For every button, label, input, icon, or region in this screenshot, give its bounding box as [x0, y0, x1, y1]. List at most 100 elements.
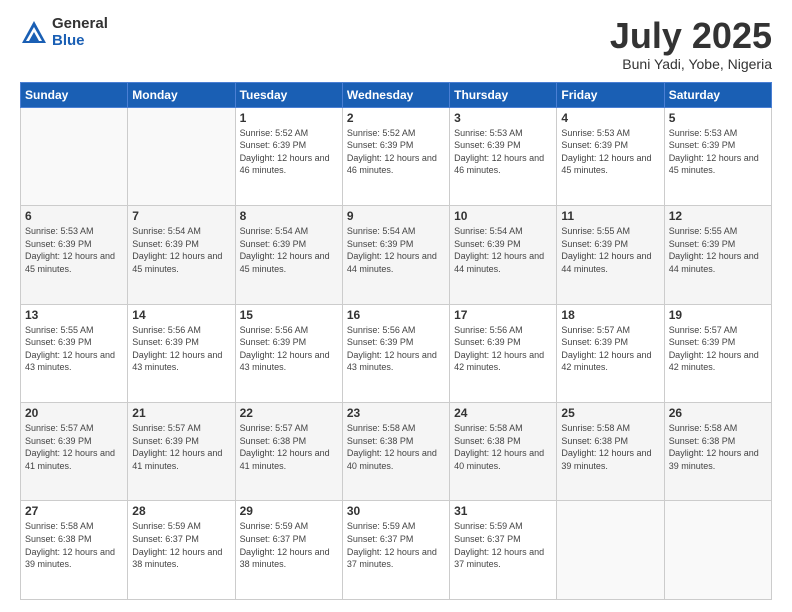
day-info: Sunrise: 5:57 AMSunset: 6:39 PMDaylight:… — [561, 324, 659, 374]
day-info: Sunrise: 5:54 AMSunset: 6:39 PMDaylight:… — [132, 225, 230, 275]
header-friday: Friday — [557, 82, 664, 107]
table-row: 19Sunrise: 5:57 AMSunset: 6:39 PMDayligh… — [664, 304, 771, 402]
day-info: Sunrise: 5:59 AMSunset: 6:37 PMDaylight:… — [454, 520, 552, 570]
calendar: Sunday Monday Tuesday Wednesday Thursday… — [20, 82, 772, 600]
day-number: 6 — [25, 209, 123, 223]
day-info: Sunrise: 5:53 AMSunset: 6:39 PMDaylight:… — [454, 127, 552, 177]
day-number: 22 — [240, 406, 338, 420]
table-row: 4 Sunrise: 5:53 AMSunset: 6:39 PMDaylight… — [557, 107, 664, 205]
logo-text: General Blue — [52, 16, 108, 49]
day-info: Sunrise: 5:53 AMSunset: 6:39 PMDaylight:… — [25, 225, 123, 275]
day-number: 27 — [25, 504, 123, 518]
table-row: 9Sunrise: 5:54 AMSunset: 6:39 PMDaylight… — [342, 206, 449, 304]
day-info: Sunrise: 5:58 AMSunset: 6:38 PMDaylight:… — [347, 422, 445, 472]
day-info: Sunrise: 5:58 AMSunset: 6:38 PMDaylight:… — [454, 422, 552, 472]
table-row: 23 Sunrise: 5:58 AMSunset: 6:38 PMDayligh… — [342, 403, 449, 501]
month-title: July 2025 — [610, 16, 772, 56]
day-number: 19 — [669, 308, 767, 322]
table-row: 8 Sunrise: 5:54 AMSunset: 6:39 PMDaylight… — [235, 206, 342, 304]
table-row: 2 Sunrise: 5:52 AMSunset: 6:39 PMDaylight… — [342, 107, 449, 205]
day-info: Sunrise: 5:56 AMSunset: 6:39 PMDaylight:… — [347, 324, 445, 374]
day-number: 23 — [347, 406, 445, 420]
day-info: Sunrise: 5:58 AMSunset: 6:38 PMDaylight:… — [561, 422, 659, 472]
header-wednesday: Wednesday — [342, 82, 449, 107]
day-info: Sunrise: 5:57 AMSunset: 6:39 PMDaylight:… — [25, 422, 123, 472]
day-number: 25 — [561, 406, 659, 420]
day-info: Sunrise: 5:55 AMSunset: 6:39 PMDaylight:… — [25, 324, 123, 374]
day-info: Sunrise: 5:57 AMSunset: 6:39 PMDaylight:… — [132, 422, 230, 472]
table-row: 7Sunrise: 5:54 AMSunset: 6:39 PMDaylight… — [128, 206, 235, 304]
day-number: 1 — [240, 111, 338, 125]
day-info: Sunrise: 5:53 AMSunset: 6:39 PMDaylight:… — [669, 127, 767, 177]
day-number: 20 — [25, 406, 123, 420]
table-row: 18 Sunrise: 5:57 AMSunset: 6:39 PMDayligh… — [557, 304, 664, 402]
table-row: 28 Sunrise: 5:59 AMSunset: 6:37 PMDayligh… — [128, 501, 235, 600]
day-number: 18 — [561, 308, 659, 322]
day-number: 28 — [132, 504, 230, 518]
day-info: Sunrise: 5:55 AMSunset: 6:39 PMDaylight:… — [669, 225, 767, 275]
day-info: Sunrise: 5:59 AMSunset: 6:37 PMDaylight:… — [347, 520, 445, 570]
day-info: Sunrise: 5:59 AMSunset: 6:37 PMDaylight:… — [132, 520, 230, 570]
table-row — [21, 107, 128, 205]
logo-icon — [20, 19, 48, 47]
day-number: 10 — [454, 209, 552, 223]
calendar-week-row: 20 Sunrise: 5:57 AMSunset: 6:39 PMDayligh… — [21, 403, 772, 501]
day-info: Sunrise: 5:55 AMSunset: 6:39 PMDaylight:… — [561, 225, 659, 275]
day-number: 5 — [669, 111, 767, 125]
day-number: 3 — [454, 111, 552, 125]
day-info: Sunrise: 5:59 AMSunset: 6:37 PMDaylight:… — [240, 520, 338, 570]
day-number: 24 — [454, 406, 552, 420]
calendar-week-row: 27 Sunrise: 5:58 AMSunset: 6:38 PMDayligh… — [21, 501, 772, 600]
title-section: July 2025 Buni Yadi, Yobe, Nigeria — [610, 16, 772, 72]
day-info: Sunrise: 5:58 AMSunset: 6:38 PMDaylight:… — [25, 520, 123, 570]
day-info: Sunrise: 5:56 AMSunset: 6:39 PMDaylight:… — [240, 324, 338, 374]
table-row: 6 Sunrise: 5:53 AMSunset: 6:39 PMDaylight… — [21, 206, 128, 304]
table-row: 10 Sunrise: 5:54 AMSunset: 6:39 PMDayligh… — [450, 206, 557, 304]
table-row: 22 Sunrise: 5:57 AMSunset: 6:38 PMDayligh… — [235, 403, 342, 501]
table-row: 14Sunrise: 5:56 AMSunset: 6:39 PMDayligh… — [128, 304, 235, 402]
table-row: 15 Sunrise: 5:56 AMSunset: 6:39 PMDayligh… — [235, 304, 342, 402]
table-row: 11Sunrise: 5:55 AMSunset: 6:39 PMDayligh… — [557, 206, 664, 304]
day-number: 9 — [347, 209, 445, 223]
table-row: 17Sunrise: 5:56 AMSunset: 6:39 PMDayligh… — [450, 304, 557, 402]
day-info: Sunrise: 5:54 AMSunset: 6:39 PMDaylight:… — [240, 225, 338, 275]
header: General Blue July 2025 Buni Yadi, Yobe, … — [20, 16, 772, 72]
table-row: 3 Sunrise: 5:53 AMSunset: 6:39 PMDaylight… — [450, 107, 557, 205]
table-row: 5 Sunrise: 5:53 AMSunset: 6:39 PMDaylight… — [664, 107, 771, 205]
day-number: 13 — [25, 308, 123, 322]
day-number: 8 — [240, 209, 338, 223]
day-number: 29 — [240, 504, 338, 518]
day-info: Sunrise: 5:54 AMSunset: 6:39 PMDaylight:… — [454, 225, 552, 275]
header-tuesday: Tuesday — [235, 82, 342, 107]
day-info: Sunrise: 5:52 AMSunset: 6:39 PMDaylight:… — [240, 127, 338, 177]
day-info: Sunrise: 5:52 AMSunset: 6:39 PMDaylight:… — [347, 127, 445, 177]
table-row: 27 Sunrise: 5:58 AMSunset: 6:38 PMDayligh… — [21, 501, 128, 600]
calendar-week-row: 6 Sunrise: 5:53 AMSunset: 6:39 PMDaylight… — [21, 206, 772, 304]
day-number: 12 — [669, 209, 767, 223]
table-row — [557, 501, 664, 600]
day-number: 16 — [347, 308, 445, 322]
day-number: 17 — [454, 308, 552, 322]
table-row — [664, 501, 771, 600]
table-row: 21 Sunrise: 5:57 AMSunset: 6:39 PMDayligh… — [128, 403, 235, 501]
table-row: 1 Sunrise: 5:52 AMSunset: 6:39 PMDaylight… — [235, 107, 342, 205]
day-number: 14 — [132, 308, 230, 322]
logo-blue-text: Blue — [52, 33, 108, 50]
day-info: Sunrise: 5:57 AMSunset: 6:38 PMDaylight:… — [240, 422, 338, 472]
logo: General Blue — [20, 16, 108, 49]
day-number: 26 — [669, 406, 767, 420]
header-monday: Monday — [128, 82, 235, 107]
header-sunday: Sunday — [21, 82, 128, 107]
table-row: 24 Sunrise: 5:58 AMSunset: 6:38 PMDayligh… — [450, 403, 557, 501]
day-info: Sunrise: 5:53 AMSunset: 6:39 PMDaylight:… — [561, 127, 659, 177]
table-row: 30Sunrise: 5:59 AMSunset: 6:37 PMDayligh… — [342, 501, 449, 600]
day-number: 4 — [561, 111, 659, 125]
weekday-header-row: Sunday Monday Tuesday Wednesday Thursday… — [21, 82, 772, 107]
day-number: 21 — [132, 406, 230, 420]
page: General Blue July 2025 Buni Yadi, Yobe, … — [0, 0, 792, 612]
table-row: 25 Sunrise: 5:58 AMSunset: 6:38 PMDayligh… — [557, 403, 664, 501]
table-row: 16 Sunrise: 5:56 AMSunset: 6:39 PMDayligh… — [342, 304, 449, 402]
logo-general-text: General — [52, 16, 108, 33]
day-number: 15 — [240, 308, 338, 322]
day-number: 2 — [347, 111, 445, 125]
